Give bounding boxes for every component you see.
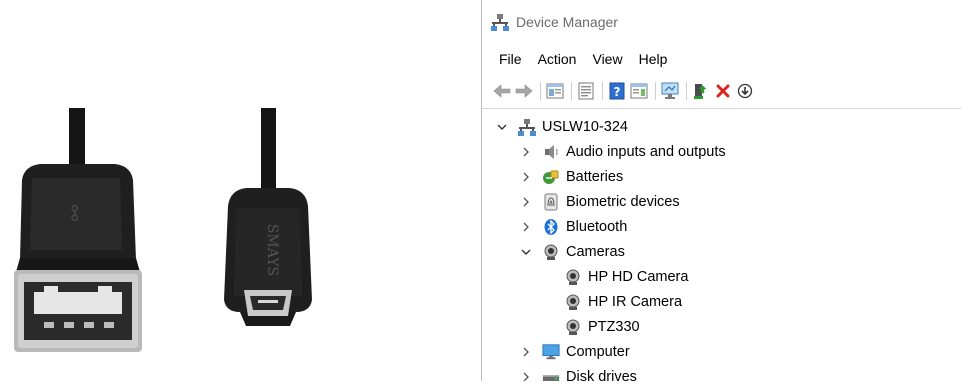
toolbar-divider <box>482 108 961 109</box>
device-manager-window: Device Manager File Action View Help ? U… <box>481 0 961 381</box>
chevron-down-icon[interactable] <box>496 121 508 133</box>
tree-item-audio[interactable]: Audio inputs and outputs <box>520 139 726 164</box>
tree-item-label: Biometric devices <box>566 193 680 210</box>
tree-item-label: Disk drives <box>566 368 637 382</box>
webcam-icon <box>564 293 582 311</box>
menu-help[interactable]: Help <box>631 46 676 72</box>
toolbar-separator <box>686 82 687 100</box>
tree-item-computer[interactable]: Computer <box>520 339 630 364</box>
help-icon[interactable]: ? <box>607 81 627 101</box>
fingerprint-icon <box>542 193 560 211</box>
window-title: Device Manager <box>516 14 618 30</box>
title-bar: Device Manager <box>482 0 961 44</box>
monitor-icon <box>542 343 560 361</box>
toolbar-separator <box>540 82 541 100</box>
tree-root[interactable]: USLW10-324 <box>496 114 628 139</box>
svg-text:SMAYS: SMAYS <box>264 224 280 276</box>
tree-item-bluetooth[interactable]: Bluetooth <box>520 214 627 239</box>
tree-root-label: USLW10-324 <box>542 118 628 135</box>
webcam-icon <box>542 243 560 261</box>
scan-hardware-icon[interactable] <box>660 81 680 101</box>
toolbar-separator <box>602 82 603 100</box>
forward-icon[interactable] <box>514 81 534 101</box>
tree-child-label: HP IR Camera <box>588 293 683 310</box>
tree-item-label: Batteries <box>566 168 624 185</box>
tree-child-camera[interactable]: PTZ330 <box>564 314 640 339</box>
tree-item-biometric[interactable]: Biometric devices <box>520 189 680 214</box>
tree-item-batteries[interactable]: Batteries <box>520 164 623 189</box>
chevron-right-icon[interactable] <box>520 171 532 183</box>
usb-cable-photo: ⚯ SMAYS <box>0 0 480 381</box>
chevron-right-icon[interactable] <box>520 146 532 158</box>
battery-icon <box>542 168 560 186</box>
tree-child-label: HP HD Camera <box>588 268 689 285</box>
svg-text:?: ? <box>614 85 621 99</box>
tree-item-label: Audio inputs and outputs <box>566 143 726 160</box>
tree-item-disk-drives[interactable]: Disk drives <box>520 364 637 381</box>
chevron-right-icon[interactable] <box>520 196 532 208</box>
add-driver-icon[interactable] <box>691 81 711 101</box>
chevron-right-icon[interactable] <box>520 371 532 382</box>
chevron-right-icon[interactable] <box>520 346 532 358</box>
webcam-icon <box>564 268 582 286</box>
webcam-icon <box>564 318 582 336</box>
bluetooth-icon <box>542 218 560 236</box>
download-icon[interactable] <box>735 81 755 101</box>
toolbar-separator <box>571 82 572 100</box>
menu-bar: File Action View Help <box>482 46 675 72</box>
tree-child-camera[interactable]: HP IR Camera <box>564 289 682 314</box>
chevron-right-icon[interactable] <box>520 221 532 233</box>
uninstall-icon[interactable] <box>713 81 733 101</box>
micro-usb-cable-wire <box>261 108 276 188</box>
toolbar: ? <box>492 79 757 103</box>
speaker-icon <box>542 143 560 161</box>
properties-icon[interactable] <box>545 81 565 101</box>
view-icon[interactable] <box>629 81 649 101</box>
tree-item-label: Cameras <box>566 243 625 260</box>
menu-action[interactable]: Action <box>530 46 585 72</box>
chevron-down-icon[interactable] <box>520 246 532 258</box>
tree-child-camera[interactable]: HP HD Camera <box>564 264 688 289</box>
toolbar-separator <box>655 82 656 100</box>
computer-network-icon <box>518 118 536 136</box>
menu-file[interactable]: File <box>482 46 530 72</box>
device-manager-icon <box>491 13 509 31</box>
tree-item-label: Bluetooth <box>566 218 628 235</box>
disk-drive-icon <box>542 368 560 381</box>
svg-text:⚯: ⚯ <box>63 204 87 221</box>
tree-item-label: Computer <box>566 343 630 360</box>
tree-child-label: PTZ330 <box>588 318 640 335</box>
tree-item-cameras[interactable]: Cameras <box>520 239 625 264</box>
update-driver-icon[interactable] <box>576 81 596 101</box>
back-icon[interactable] <box>492 81 512 101</box>
menu-view[interactable]: View <box>584 46 630 72</box>
usb-cable-illustration: ⚯ SMAYS <box>14 108 312 352</box>
